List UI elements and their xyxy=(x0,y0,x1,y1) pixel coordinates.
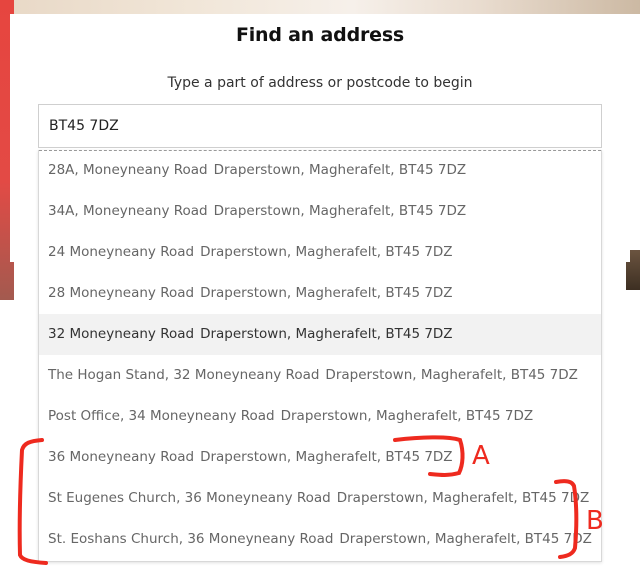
address-result-line1: The Hogan Stand, 32 Moneyneany Road xyxy=(48,367,320,383)
address-result-line1: 34A, Moneyneany Road xyxy=(48,203,208,219)
address-result-line1: 24 Moneyneany Road xyxy=(48,244,195,260)
annotation-label-a: A xyxy=(472,441,490,471)
address-result-line2: Draperstown, Magherafelt, BT45 7DZ xyxy=(213,162,467,178)
address-search-input[interactable] xyxy=(39,105,601,147)
address-result-item[interactable]: 36 Moneyneany Road Draperstown, Magherafe… xyxy=(39,437,601,478)
address-result-line2: Draperstown, Magherafelt, BT45 7DZ xyxy=(325,367,578,383)
address-result-line1: Post Office, 34 Moneyneany Road xyxy=(48,408,275,424)
address-result-item[interactable]: 28A, Moneyneany Road Draperstown, Maghera… xyxy=(39,150,601,191)
address-result-line1: 32 Moneyneany Road xyxy=(48,326,195,342)
dialog-subtitle: Type a part of address or postcode to be… xyxy=(167,75,473,91)
address-result-line2: Draperstown, Magherafelt, BT45 7DZ xyxy=(200,244,453,260)
address-result-line2: Draperstown, Magherafelt, BT45 7DZ xyxy=(213,203,467,219)
address-result-item[interactable]: St Eugenes Church, 36 Moneyneany Road Dra… xyxy=(39,478,601,519)
address-result-line2: Draperstown, Magherafelt, BT45 7DZ xyxy=(200,285,453,301)
address-result-item[interactable]: 24 Moneyneany Road Draperstown, Magherafe… xyxy=(39,232,601,273)
address-result-line1: 28A, Moneyneany Road xyxy=(48,162,208,178)
address-result-line2: Draperstown, Magherafelt, BT45 7DZ xyxy=(336,490,590,506)
address-result-item[interactable]: The Hogan Stand, 32 Moneyneany Road Drape… xyxy=(39,355,601,396)
address-result-line1: 28 Moneyneany Road xyxy=(48,285,195,301)
dialog-title: Find an address xyxy=(235,24,405,46)
address-results-list[interactable]: 28A, Moneyneany Road Draperstown, Maghera… xyxy=(38,150,602,562)
address-result-item[interactable]: Post Office, 34 Moneyneany Road Drapersto… xyxy=(39,396,601,437)
address-result-line1: St. Eoshans Church, 36 Moneyneany Road xyxy=(48,531,334,547)
address-result-line2: Draperstown, Magherafelt, BT45 7DZ xyxy=(200,326,453,342)
address-result-line1: St Eugenes Church, 36 Moneyneany Road xyxy=(48,490,331,506)
address-result-item[interactable]: St. Eoshans Church, 36 Moneyneany Road Dr… xyxy=(39,519,601,560)
address-search-box[interactable] xyxy=(38,104,602,148)
address-result-line2: Draperstown, Magherafelt, BT45 7DZ xyxy=(339,531,592,547)
address-result-item[interactable]: 34A, Moneyneany Road Draperstown, Maghera… xyxy=(39,191,601,232)
address-result-line2: Draperstown, Magherafelt, BT45 7DZ xyxy=(280,408,534,424)
annotation-label-b: B xyxy=(586,506,604,536)
address-result-item[interactable]: 28 Moneyneany Road Draperstown, Magherafe… xyxy=(39,273,601,314)
address-result-line2: Draperstown, Magherafelt, BT45 7DZ xyxy=(200,449,453,465)
background-photo-top xyxy=(0,0,640,14)
address-result-item[interactable]: 32 Moneyneany Road Draperstown, Magherafe… xyxy=(39,314,601,355)
address-result-line1: 36 Moneyneany Road xyxy=(48,449,195,465)
